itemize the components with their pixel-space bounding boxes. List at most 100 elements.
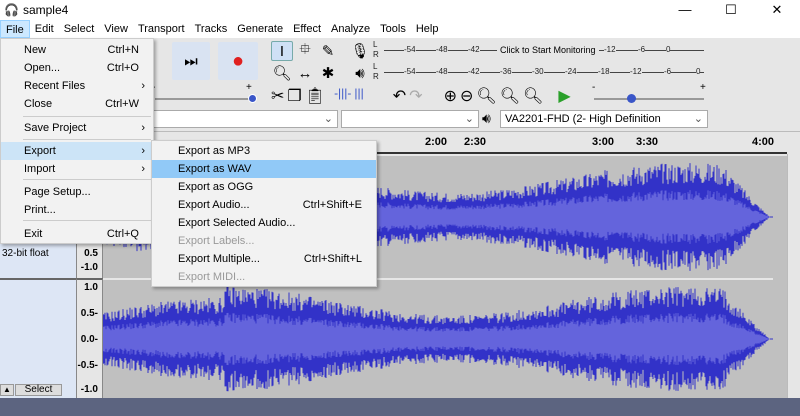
silence-icon[interactable]: ||| — [354, 86, 363, 106]
maximize-button[interactable]: ☐ — [708, 0, 754, 20]
zoom-in-icon[interactable]: ⊕ — [444, 86, 457, 106]
close-button[interactable]: ✕ — [754, 0, 800, 20]
menu-effect[interactable]: Effect — [288, 20, 326, 38]
scale-label: -1.0 — [80, 384, 98, 395]
menu-item-label: Export as MP3 — [178, 145, 251, 157]
shortcut-label: Ctrl+N — [107, 44, 139, 56]
scale-label: 0.5- — [80, 308, 98, 319]
menu-item-close[interactable]: Close Ctrl+W — [1, 95, 153, 113]
meter-tick: -6 — [638, 45, 646, 54]
pencil-icon: ✎ — [321, 43, 335, 60]
scale-label: -1.0 — [80, 262, 98, 273]
menu-select[interactable]: Select — [59, 20, 100, 38]
zoom-toggle-icon[interactable]: 🔍︎ — [523, 86, 543, 106]
volume-slider-thumb[interactable] — [248, 94, 257, 103]
play-speed-slider[interactable] — [594, 98, 704, 100]
time-shift-tool[interactable]: ↔ — [294, 63, 316, 83]
zoom-out-icon[interactable]: ⊖ — [460, 86, 473, 106]
meter-tick: -54 — [404, 45, 416, 54]
menu-item-export[interactable]: Export › — [1, 142, 153, 160]
meter-tick: 0 — [666, 45, 671, 54]
menu-generate[interactable]: Generate — [232, 20, 288, 38]
play-speed-slider-thumb[interactable] — [627, 94, 636, 103]
track-control-panel[interactable]: ▲ Select — [0, 278, 77, 398]
vertical-scrollbar[interactable] — [787, 154, 800, 398]
menu-item-label: New — [24, 44, 47, 56]
meter-tick: -6 — [664, 67, 672, 76]
menu-separator — [23, 116, 151, 117]
asterisk-icon: ✱ — [321, 65, 335, 82]
menu-file[interactable]: File — [0, 20, 30, 38]
menu-edit[interactable]: Edit — [30, 20, 59, 38]
double-arrow-icon: ↔ — [297, 64, 313, 82]
volume-slider[interactable] — [155, 98, 253, 100]
scale-label: 1.0 — [84, 282, 98, 293]
trim-icon[interactable]: -|||- — [334, 86, 351, 106]
menu-item-export-audio[interactable]: Export Audio... Ctrl+Shift+E — [152, 196, 376, 214]
meter-tick: -18 — [598, 67, 610, 76]
minimize-button[interactable]: — — [662, 0, 708, 20]
menu-item-label: Save Project — [24, 122, 87, 134]
menu-item-new[interactable]: New Ctrl+N — [1, 41, 153, 59]
recording-channels-select[interactable]: ⌄ — [341, 110, 479, 128]
menu-item-export-as-mp3[interactable]: Export as MP3 — [152, 142, 376, 160]
fit-project-icon[interactable]: 🔍︎ — [500, 86, 520, 106]
menu-analyze[interactable]: Analyze — [326, 20, 375, 38]
title-bar: 🎧 sample4 — ☐ ✕ — [0, 0, 800, 20]
track-empty-area — [773, 156, 787, 398]
recording-device-select[interactable]: ⌄ — [150, 110, 338, 128]
meter-tick: -36 — [500, 67, 512, 76]
multi-tool[interactable]: ✱ — [317, 63, 339, 83]
menu-item-open[interactable]: Open... Ctrl+O — [1, 59, 153, 77]
redo-icon[interactable]: ↷ — [409, 86, 422, 106]
menu-item-exit[interactable]: Exit Ctrl+Q — [1, 225, 153, 243]
playback-device-select[interactable]: VA2201-FHD (2- High Definition ⌄ — [500, 110, 708, 128]
menu-item-export-as-wav[interactable]: Export as WAV — [152, 160, 376, 178]
menu-tracks[interactable]: Tracks — [190, 20, 233, 38]
zoom-tool[interactable]: 🔍︎ — [271, 63, 293, 83]
menu-transport[interactable]: Transport — [133, 20, 190, 38]
menu-item-export-selected-audio[interactable]: Export Selected Audio... — [152, 214, 376, 232]
menu-separator — [23, 220, 151, 221]
select-track-button[interactable]: Select — [15, 384, 62, 396]
record-meter-button[interactable]: 🎙︎ — [350, 41, 370, 61]
menu-item-import[interactable]: Import › — [1, 160, 153, 178]
fit-selection-icon[interactable]: 🔍︎ — [476, 86, 496, 106]
menu-item-label: Export Multiple... — [178, 253, 260, 265]
menu-item-page-setup[interactable]: Page Setup... — [1, 183, 153, 201]
channel-left-label: L — [373, 40, 378, 49]
menu-item-export-multiple[interactable]: Export Multiple... Ctrl+Shift+L — [152, 250, 376, 268]
i-beam-icon: I — [279, 42, 285, 60]
play-at-speed-icon[interactable]: ▶ — [558, 86, 570, 106]
menu-help[interactable]: Help — [411, 20, 444, 38]
play-meter-button[interactable]: 🔊︎ — [350, 63, 370, 83]
menu-view[interactable]: View — [99, 20, 133, 38]
draw-tool[interactable]: ✎ — [317, 41, 339, 61]
shortcut-label: Ctrl+O — [106, 62, 139, 74]
meter-tick: -48 — [436, 45, 448, 54]
playback-meter[interactable] — [384, 72, 704, 73]
envelope-tool[interactable]: ⯐ — [294, 41, 316, 61]
menu-item-print[interactable]: Print... — [1, 201, 153, 219]
menu-separator — [23, 179, 151, 180]
channel-left-label: L — [373, 62, 378, 71]
scale-label: -0.5- — [77, 360, 98, 371]
collapse-track-button[interactable]: ▲ — [0, 384, 14, 396]
selection-tool[interactable]: I — [271, 41, 293, 61]
paste-icon[interactable]: 📋︎ — [305, 86, 325, 106]
speed-minus-label: - — [592, 82, 596, 93]
menu-tools[interactable]: Tools — [375, 20, 411, 38]
menu-item-recent-files[interactable]: Recent Files › — [1, 77, 153, 95]
waveform-channel-right[interactable] — [102, 280, 773, 398]
record-button[interactable]: ● — [218, 42, 258, 80]
menu-item-export-as-ogg[interactable]: Export as OGG — [152, 178, 376, 196]
channel-right-label: R — [373, 72, 379, 81]
menu-item-label: Close — [24, 98, 53, 110]
cut-icon[interactable]: ✂ — [271, 86, 284, 106]
skip-end-button[interactable]: ⏭ — [172, 42, 210, 80]
undo-icon[interactable]: ↶ — [393, 86, 406, 106]
menu-item-save-project[interactable]: Save Project › — [1, 119, 153, 137]
channel-right-label: R — [373, 50, 379, 59]
start-monitoring-prompt[interactable]: Click to Start Monitoring — [497, 45, 599, 55]
copy-icon[interactable]: ❐ — [287, 86, 301, 106]
